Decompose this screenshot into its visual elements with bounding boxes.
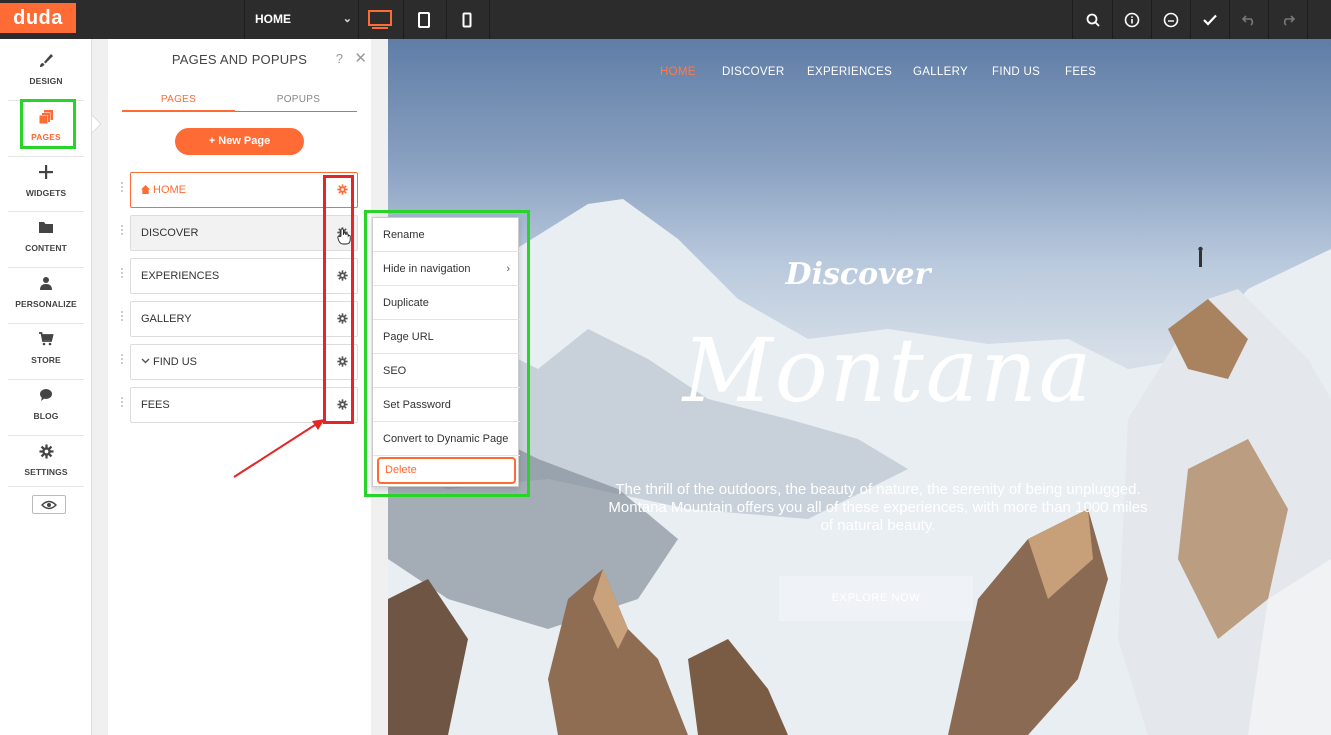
site-nav-find-us[interactable]: FIND US: [992, 66, 1040, 78]
panel-pointer: [92, 115, 102, 133]
gear-icon: [0, 444, 92, 462]
tablet-view-button[interactable]: [405, 0, 443, 39]
sidebar-item-label: DESIGN: [29, 76, 63, 86]
preview-button[interactable]: [32, 495, 66, 514]
tab-underline: [235, 111, 357, 112]
help-icon[interactable]: ?: [336, 51, 343, 66]
hero-subtitle: Discover: [785, 257, 931, 292]
chat-bubble-icon: [0, 388, 92, 406]
sidebar-item-content[interactable]: CONTENT: [0, 210, 92, 266]
new-page-button[interactable]: + New Page: [175, 128, 304, 155]
desktop-icon: [368, 9, 392, 29]
sidebar-item-store[interactable]: STORE: [0, 322, 92, 378]
publish-check-button[interactable]: [1191, 0, 1229, 39]
drag-handle[interactable]: [120, 310, 124, 326]
sidebar-item-label: CONTENT: [25, 243, 67, 253]
person-icon: [0, 276, 92, 294]
duda-editor: duda HOME ⌄ DESIGN PAGES WIDGETS CONTENT…: [0, 0, 1331, 735]
site-nav-experiences[interactable]: EXPERIENCES: [807, 66, 892, 78]
toolbar-divider: [1307, 0, 1308, 39]
site-nav-home[interactable]: HOME: [660, 66, 696, 78]
sidebar-item-blog[interactable]: BLOG: [0, 378, 92, 434]
mobile-view-button[interactable]: [448, 0, 486, 39]
sidebar-item-label: BLOG: [33, 411, 59, 421]
info-button[interactable]: [1113, 0, 1151, 39]
brush-icon: [0, 53, 92, 71]
menu-highlight-annotation: [364, 210, 530, 497]
sidebar-item-label: PERSONALIZE: [15, 299, 77, 309]
hero-title: Montana: [682, 319, 1094, 422]
page-name: FIND US: [153, 356, 197, 368]
comments-button[interactable]: [1152, 0, 1190, 39]
search-icon: [1086, 13, 1100, 27]
plus-icon: [0, 165, 92, 183]
sidebar-item-label: SETTINGS: [24, 467, 68, 477]
page-name: HOME: [153, 184, 186, 196]
desktop-view-button[interactable]: [361, 0, 399, 39]
cart-icon: [0, 332, 92, 350]
page-selector-value: HOME: [255, 12, 291, 26]
explore-now-button[interactable]: EXPLORE NOW: [779, 576, 973, 621]
tab-pages[interactable]: PAGES: [122, 94, 235, 110]
panel-title: PAGES AND POPUPS: [171, 52, 308, 67]
toolbar-divider: [446, 0, 447, 39]
sidebar-item-label: WIDGETS: [25, 188, 67, 198]
top-toolbar: duda HOME ⌄: [0, 0, 1331, 39]
mobile-icon: [462, 12, 472, 27]
info-icon: [1124, 12, 1140, 27]
page-row-label: EXPERIENCES: [141, 270, 220, 282]
chevron-down-icon: ⌄: [342, 13, 352, 25]
drag-handle[interactable]: [120, 396, 124, 412]
page-row-label: GALLERY: [141, 313, 192, 325]
site-nav-gallery[interactable]: GALLERY: [913, 66, 968, 78]
eye-icon: [41, 500, 57, 509]
toolbar-divider: [403, 0, 404, 39]
sidebar-item-widgets[interactable]: WIDGETS: [0, 155, 92, 211]
toolbar-divider: [358, 0, 359, 39]
sidebar-item-label: STORE: [31, 355, 61, 365]
sidebar-divider: [8, 486, 84, 487]
comment-icon: [1163, 12, 1179, 27]
pages-highlight-annotation: [20, 99, 76, 149]
search-button[interactable]: [1074, 0, 1112, 39]
page-row-label: FIND US: [141, 345, 197, 379]
left-sidebar: DESIGN PAGES WIDGETS CONTENT PERSONALIZE…: [0, 39, 92, 735]
toolbar-divider: [489, 0, 490, 39]
folder-icon: [0, 220, 92, 238]
gear-column-highlight-annotation: [323, 175, 354, 424]
page-row-label: DISCOVER: [141, 227, 199, 239]
sidebar-item-personalize[interactable]: PERSONALIZE: [0, 266, 92, 322]
undo-button[interactable]: [1230, 0, 1268, 39]
tablet-icon: [418, 11, 430, 28]
sidebar-item-design[interactable]: DESIGN: [0, 43, 92, 99]
chevron-down-icon[interactable]: [141, 358, 150, 364]
hero-description: The thrill of the outdoors, the beauty o…: [608, 481, 1148, 534]
page-row-label: HOME: [141, 173, 186, 207]
check-icon: [1203, 14, 1217, 26]
tab-popups[interactable]: POPUPS: [242, 94, 355, 110]
close-icon[interactable]: ✕: [354, 49, 367, 67]
drag-handle[interactable]: [120, 224, 124, 240]
redo-button[interactable]: [1269, 0, 1307, 39]
drag-handle[interactable]: [120, 267, 124, 283]
page-row-label: FEES: [141, 399, 170, 411]
drag-handle[interactable]: [120, 181, 124, 197]
home-icon: [141, 185, 150, 194]
site-nav-discover[interactable]: DISCOVER: [722, 66, 784, 78]
page-selector[interactable]: HOME ⌄: [245, 0, 358, 39]
red-arrow-annotation: [233, 419, 325, 478]
sidebar-item-settings[interactable]: SETTINGS: [0, 434, 92, 490]
drag-handle[interactable]: [120, 353, 124, 369]
site-navigation: HOME DISCOVER EXPERIENCES GALLERY FIND U…: [388, 66, 1331, 80]
duda-logo: duda: [0, 3, 76, 33]
toolbar-divider: [1072, 0, 1073, 39]
site-nav-fees[interactable]: FEES: [1065, 66, 1096, 78]
redo-icon: [1283, 14, 1295, 26]
undo-icon: [1242, 14, 1254, 26]
tab-underline-active: [122, 110, 235, 112]
